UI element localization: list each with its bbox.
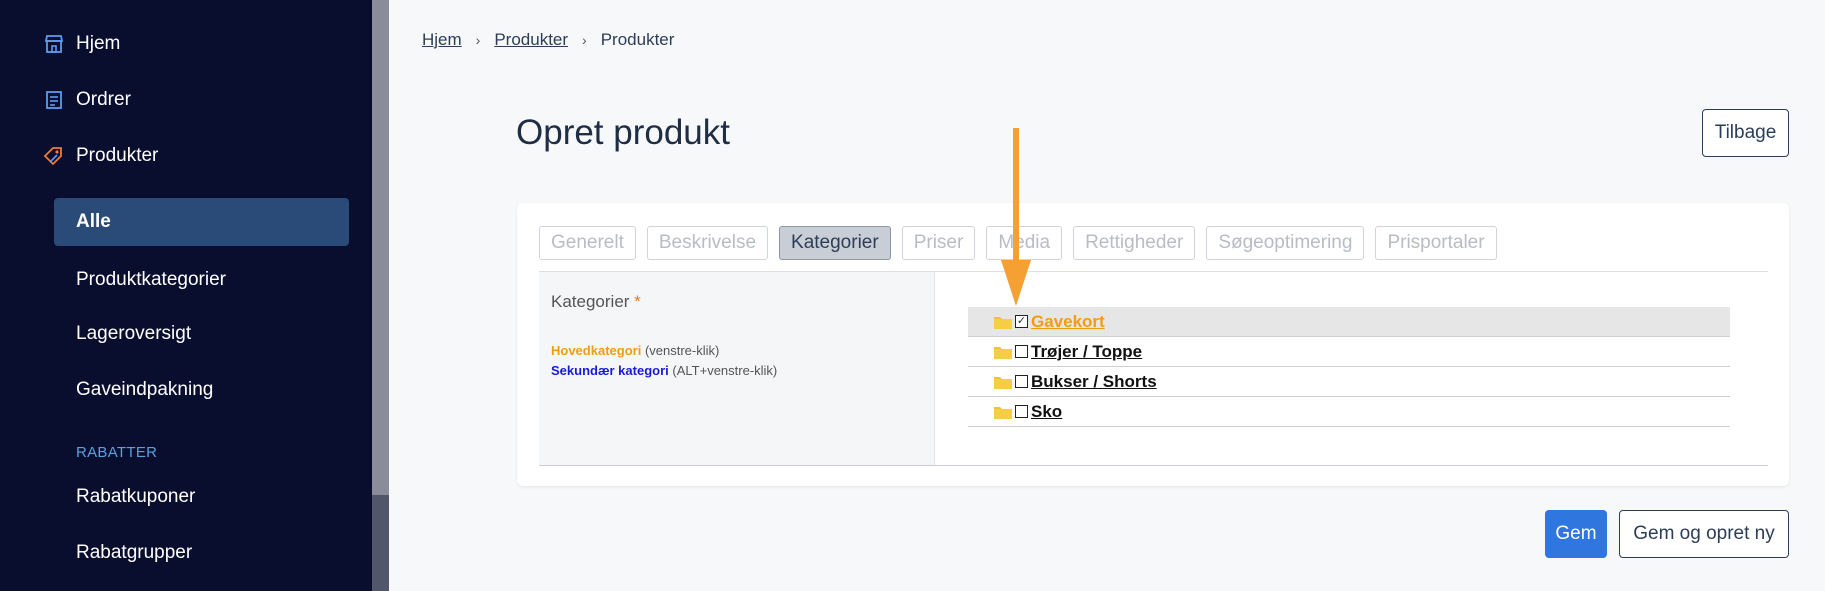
category-label[interactable]: Gavekort <box>1031 312 1105 332</box>
tab-beskrivelse[interactable]: Beskrivelse <box>646 226 769 260</box>
nav-sub-rabatgrupper[interactable]: Rabatgrupper <box>54 529 349 577</box>
nav-sub-label: Lageroversigt <box>76 323 192 344</box>
tab-rettigheder[interactable]: Rettigheder <box>1073 226 1196 260</box>
nav-label-ordrer: Ordrer <box>76 89 131 110</box>
tab-generelt[interactable]: Generelt <box>539 226 636 260</box>
nav-sub-alle[interactable]: Alle <box>54 198 349 246</box>
sidebar: Hjem Ordrer Produkter Alle Produktkatego… <box>0 0 372 591</box>
category-label[interactable]: Trøjer / Toppe <box>1031 342 1142 362</box>
required-mark: * <box>634 292 641 311</box>
nav-sub-label: Rabatkuponer <box>76 486 196 507</box>
nav-sub-gaveindpakning[interactable]: Gaveindpakning <box>54 366 349 414</box>
category-row-bukser[interactable]: Bukser / Shorts <box>968 367 1730 397</box>
chevron-right-icon: › <box>475 32 481 48</box>
category-tree: ✓ Gavekort Trøjer / Toppe Bukser / Short… <box>968 307 1730 427</box>
tab-soegeoptimering[interactable]: Søgeoptimering <box>1206 226 1365 260</box>
categories-panel: Kategorier * Hovedkategori (venstre-klik… <box>539 271 1768 466</box>
tab-prisportaler[interactable]: Prisportaler <box>1375 226 1497 260</box>
category-checkbox[interactable] <box>1015 375 1028 388</box>
save-and-new-button[interactable]: Gem og opret ny <box>1619 510 1789 558</box>
tag-icon <box>42 144 66 168</box>
breadcrumb: Hjem › Produkter › Produkter <box>422 30 674 50</box>
nav-sub-label: Gaveindpakning <box>76 379 214 400</box>
nav-item-ordrer[interactable]: Ordrer <box>42 83 131 117</box>
category-legend: Hovedkategori (venstre-klik) Sekundær ka… <box>551 341 777 381</box>
legend-secondary-hint: (ALT+venstre-klik) <box>672 363 778 378</box>
nav-sub-label: Rabatgrupper <box>76 542 193 563</box>
category-checkbox[interactable] <box>1015 345 1028 358</box>
legend-main-hint: (venstre-klik) <box>644 343 720 358</box>
nav-sub-rabatkuponer[interactable]: Rabatkuponer <box>54 473 349 521</box>
category-label[interactable]: Bukser / Shorts <box>1031 372 1157 392</box>
tab-priser[interactable]: Priser <box>901 226 976 260</box>
section-label-rabatter: RABATTER <box>76 444 158 461</box>
back-button[interactable]: Tilbage <box>1702 109 1789 157</box>
folder-icon <box>993 374 1013 390</box>
folder-icon <box>993 404 1013 420</box>
categories-label-column: Kategorier * Hovedkategori (venstre-klik… <box>539 272 935 465</box>
list-icon <box>42 88 66 112</box>
category-row-sko[interactable]: Sko <box>968 397 1730 427</box>
breadcrumb-link-hjem[interactable]: Hjem <box>422 30 462 50</box>
nav-sub-label: Alle <box>76 211 111 232</box>
nav-label-produkter: Produkter <box>76 145 159 166</box>
folder-icon <box>993 314 1013 330</box>
category-checkbox[interactable] <box>1015 405 1028 418</box>
category-label[interactable]: Sko <box>1031 402 1062 422</box>
nav-item-hjem[interactable]: Hjem <box>42 27 120 61</box>
legend-secondary-category: Sekundær kategori <box>551 363 669 378</box>
nav-label-hjem: Hjem <box>76 33 121 54</box>
product-form-card: Generelt Beskrivelse Kategorier Priser M… <box>517 203 1789 486</box>
store-icon <box>42 32 66 56</box>
category-row-trojer[interactable]: Trøjer / Toppe <box>968 337 1730 367</box>
tab-kategorier[interactable]: Kategorier <box>779 226 891 260</box>
annotation-arrow-icon <box>1001 128 1031 306</box>
categories-field-label: Kategorier * <box>551 292 641 312</box>
legend-main-category: Hovedkategori <box>551 343 642 358</box>
category-row-gavekort[interactable]: ✓ Gavekort <box>968 307 1730 337</box>
nav-sub-produktkategorier[interactable]: Produktkategorier <box>54 256 349 304</box>
folder-icon <box>993 344 1013 360</box>
page-title: Opret produkt <box>516 113 730 152</box>
nav-sub-lageroversigt[interactable]: Lageroversigt <box>54 310 349 358</box>
chevron-right-icon: › <box>582 32 587 48</box>
category-checkbox[interactable]: ✓ <box>1015 315 1028 328</box>
nav-item-produkter[interactable]: Produkter <box>42 139 158 173</box>
sidebar-scrollbar-thumb[interactable] <box>372 0 389 495</box>
breadcrumb-current: Produkter <box>600 30 675 49</box>
nav-sub-label: Produktkategorier <box>76 269 226 290</box>
save-button[interactable]: Gem <box>1545 510 1607 558</box>
breadcrumb-link-produkter[interactable]: Produkter <box>494 30 568 50</box>
categories-label-text: Kategorier <box>551 292 630 311</box>
